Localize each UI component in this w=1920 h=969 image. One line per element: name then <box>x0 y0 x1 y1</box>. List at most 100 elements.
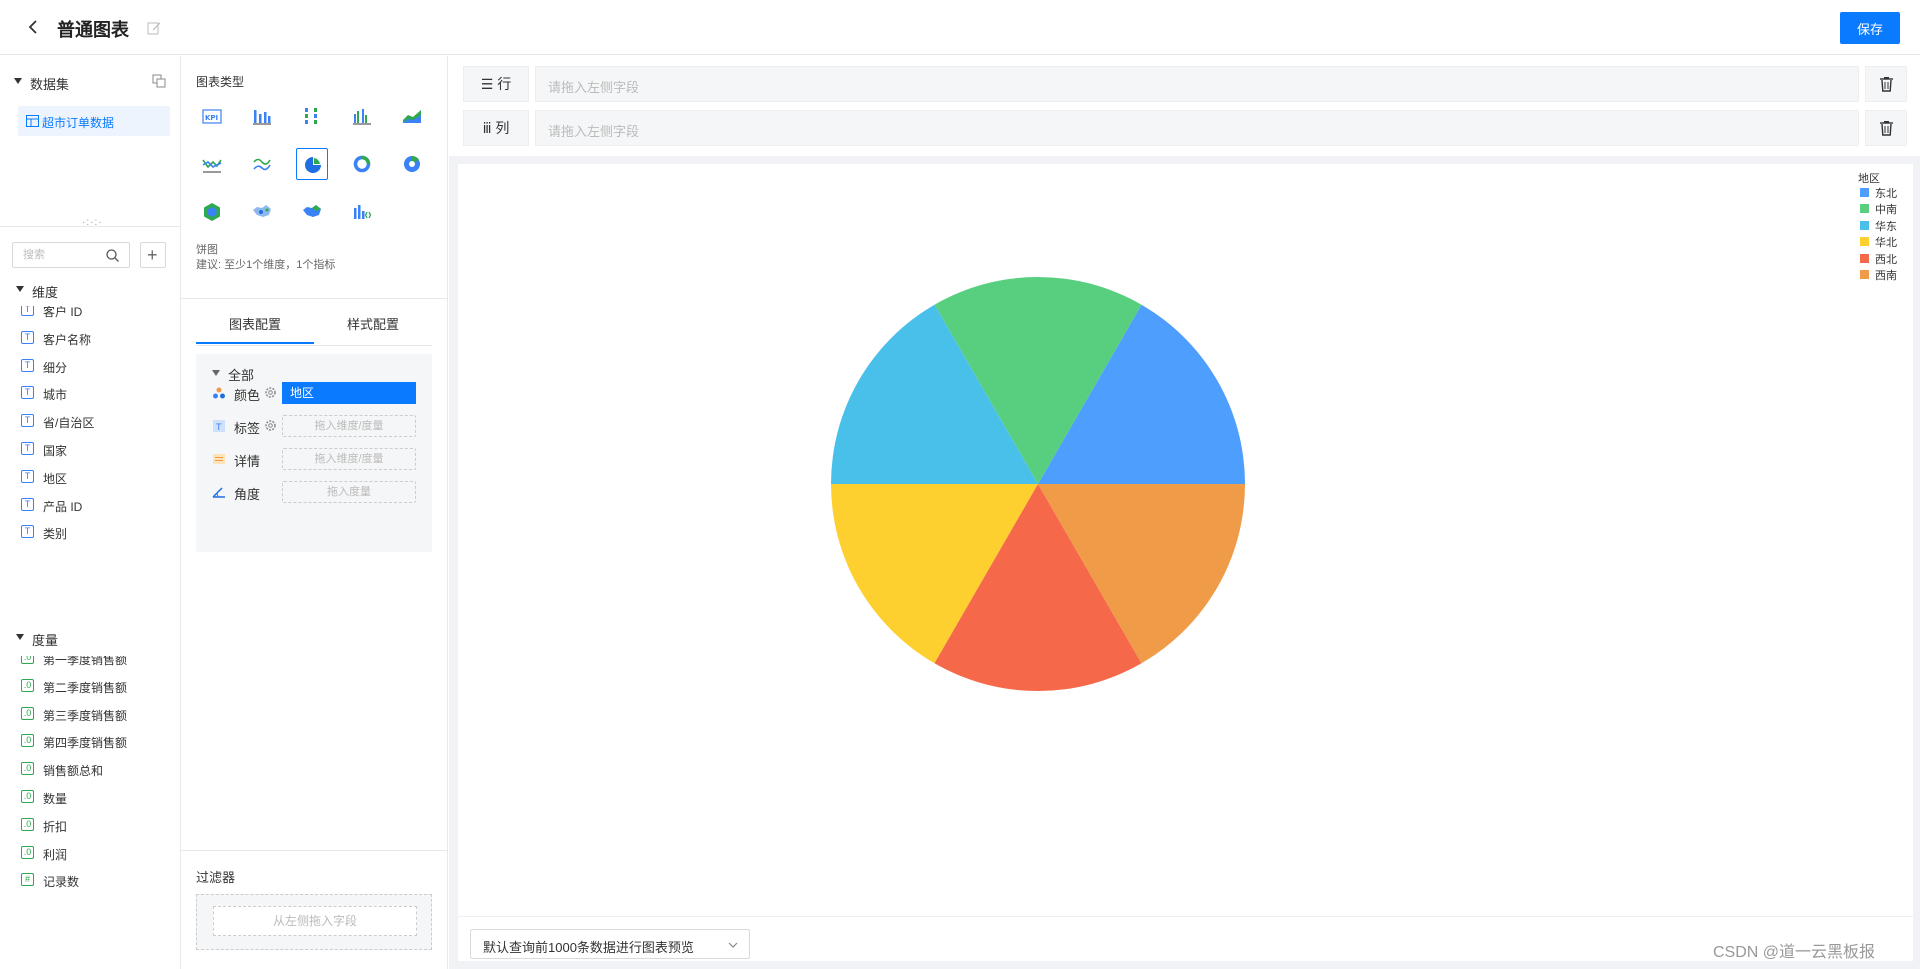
column-drop-zone[interactable]: 请拖入左侧字段 <box>535 110 1859 146</box>
dimension-field-label: 细分 <box>43 360 68 375</box>
measure-field[interactable]: .0 利润 <box>21 843 176 863</box>
legend-item[interactable]: 西南 <box>1858 266 1918 282</box>
chart-type-bar[interactable] <box>246 100 278 132</box>
dimension-field[interactable]: T 产品 ID <box>21 495 176 515</box>
switch-dataset-icon[interactable] <box>152 74 166 88</box>
text-type-icon: T <box>21 330 34 344</box>
filter-title: 过滤器 <box>196 870 236 885</box>
legend-swatch <box>1860 237 1869 247</box>
save-button[interactable]: 保存 <box>1840 12 1900 44</box>
measure-field-label: 折扣 <box>43 819 68 834</box>
row-placeholder: 请拖入左侧字段 <box>548 80 640 95</box>
top-header: 普通图表 保存 <box>0 0 1920 55</box>
chart-type-map-fill[interactable] <box>296 196 328 228</box>
table-icon <box>26 115 39 127</box>
legend-item[interactable]: 华东 <box>1858 217 1918 233</box>
measure-field[interactable]: .0 第三季度销售额 <box>21 704 176 724</box>
text-type-icon: T <box>21 306 34 316</box>
text-type-icon: T <box>21 414 34 428</box>
pie-chart[interactable] <box>458 164 1913 916</box>
dimension-field[interactable]: T 城市 <box>21 383 176 403</box>
angle-drop-zone[interactable]: 拖入度量 <box>282 481 416 503</box>
chart-type-custom[interactable] <box>346 196 378 228</box>
measure-header[interactable]: 度量 <box>14 628 174 648</box>
chart-config-panel: 图表类型 KPI 饼图 建议: 至少1个维度，1个指标 图表配置 样式配置 全部… <box>181 56 448 969</box>
dimension-field[interactable]: T 细分 <box>21 356 176 376</box>
legend-item[interactable]: 华北 <box>1858 233 1918 249</box>
divider <box>181 298 447 299</box>
preview-row-select[interactable]: 默认查询前1000条数据进行图表预览 <box>470 929 750 959</box>
gear-icon[interactable] <box>264 386 277 399</box>
legend-item[interactable]: 西北 <box>1858 250 1918 266</box>
chart-type-stacked-bar[interactable] <box>296 100 328 132</box>
tab-label: 图表配置 <box>228 317 281 332</box>
measure-field[interactable]: .0 销售额总和 <box>21 759 176 779</box>
measure-field-label: 第一季度销售额 <box>43 656 128 667</box>
add-field-button[interactable]: + <box>140 242 166 268</box>
legend-swatch <box>1860 220 1869 230</box>
measure-field[interactable]: .0 折扣 <box>21 815 176 835</box>
clear-column-button[interactable] <box>1865 110 1907 146</box>
dimension-field[interactable]: T 类别 <box>21 522 176 542</box>
text-type-icon: T <box>21 525 34 539</box>
measure-field[interactable]: .0 第一季度销售额 <box>21 656 176 668</box>
dimension-field-label: 地区 <box>43 471 68 486</box>
label-drop-zone[interactable]: 拖入维度/度量 <box>282 415 416 437</box>
config-row-detail: 详情 拖入维度/度量 <box>212 446 422 472</box>
chart-type-grouped-bar[interactable] <box>346 100 378 132</box>
measure-field-label: 第二季度销售额 <box>43 680 128 695</box>
encoding-config-box: 全部 颜色 地区 T 标签 拖入维度/度量 详情 拖入维度/度量 角度 拖入度量 <box>196 354 432 552</box>
svg-text:KPI: KPI <box>205 114 218 122</box>
caret-down-icon <box>14 78 22 84</box>
search-input[interactable] <box>23 247 103 263</box>
dataset-header[interactable]: 数据集 <box>14 72 169 92</box>
col-label: 列 <box>495 120 510 136</box>
measure-field[interactable]: .0 第四季度销售额 <box>21 731 176 751</box>
legend-item[interactable]: 中南 <box>1858 200 1918 216</box>
chart-type-rose[interactable] <box>396 148 428 180</box>
custom-chart-icon <box>354 205 372 219</box>
search-icon[interactable] <box>105 248 120 263</box>
filter-drop-zone[interactable]: 从左侧拖入字段 <box>213 906 417 936</box>
clear-row-button[interactable] <box>1865 66 1907 102</box>
dimension-field[interactable]: T 国家 <box>21 439 176 459</box>
dimension-field[interactable]: T 客户 ID <box>21 306 176 320</box>
number-type-icon: .0 <box>21 845 34 859</box>
measure-field[interactable]: # 记录数 <box>21 870 176 890</box>
gear-icon[interactable] <box>264 419 277 432</box>
chart-type-hexagon[interactable] <box>196 196 228 228</box>
chart-type-name: 饼图 <box>196 244 218 256</box>
caret-down-icon <box>16 634 24 640</box>
chart-type-hint: 建议: 至少1个维度，1个指标 <box>196 259 336 271</box>
dimension-field[interactable]: T 地区 <box>21 467 176 487</box>
back-arrow-icon[interactable] <box>26 19 42 35</box>
chart-type-line[interactable] <box>196 148 228 180</box>
rose-chart-icon <box>404 155 420 172</box>
chart-type-smooth-line[interactable] <box>246 148 278 180</box>
smooth-line-icon <box>253 158 271 171</box>
map-bubble-icon <box>253 205 271 217</box>
legend-item[interactable]: 东北 <box>1858 184 1918 200</box>
color-field-pill[interactable]: 地区 <box>282 382 416 404</box>
chart-type-area[interactable] <box>396 100 428 132</box>
grouped-bar-icon <box>353 109 371 125</box>
measure-field[interactable]: .0 第二季度销售额 <box>21 676 176 696</box>
number-type-icon: .0 <box>21 656 34 664</box>
dataset-item[interactable]: 超市订单数据 <box>18 106 170 136</box>
measure-field[interactable]: .0 数量 <box>21 787 176 807</box>
edit-icon[interactable] <box>146 20 162 36</box>
chart-type-donut[interactable] <box>346 148 378 180</box>
tab-chart-config[interactable]: 图表配置 <box>196 314 314 344</box>
dimension-field[interactable]: T 省/自治区 <box>21 411 176 431</box>
chart-type-map-bubble[interactable] <box>246 196 278 228</box>
detail-drop-zone[interactable]: 拖入维度/度量 <box>282 448 416 470</box>
chart-type-pie[interactable] <box>296 148 328 180</box>
dimension-header[interactable]: 维度 <box>14 280 174 300</box>
legend-label: 西南 <box>1875 270 1897 282</box>
plus-icon: + <box>147 245 158 265</box>
dataset-item-label: 超市订单数据 <box>42 116 115 130</box>
dimension-field[interactable]: T 客户名称 <box>21 328 176 348</box>
chart-type-kpi[interactable]: KPI <box>196 100 228 132</box>
row-drop-zone[interactable]: 请拖入左侧字段 <box>535 66 1859 102</box>
tab-style-config[interactable]: 样式配置 <box>314 314 432 344</box>
